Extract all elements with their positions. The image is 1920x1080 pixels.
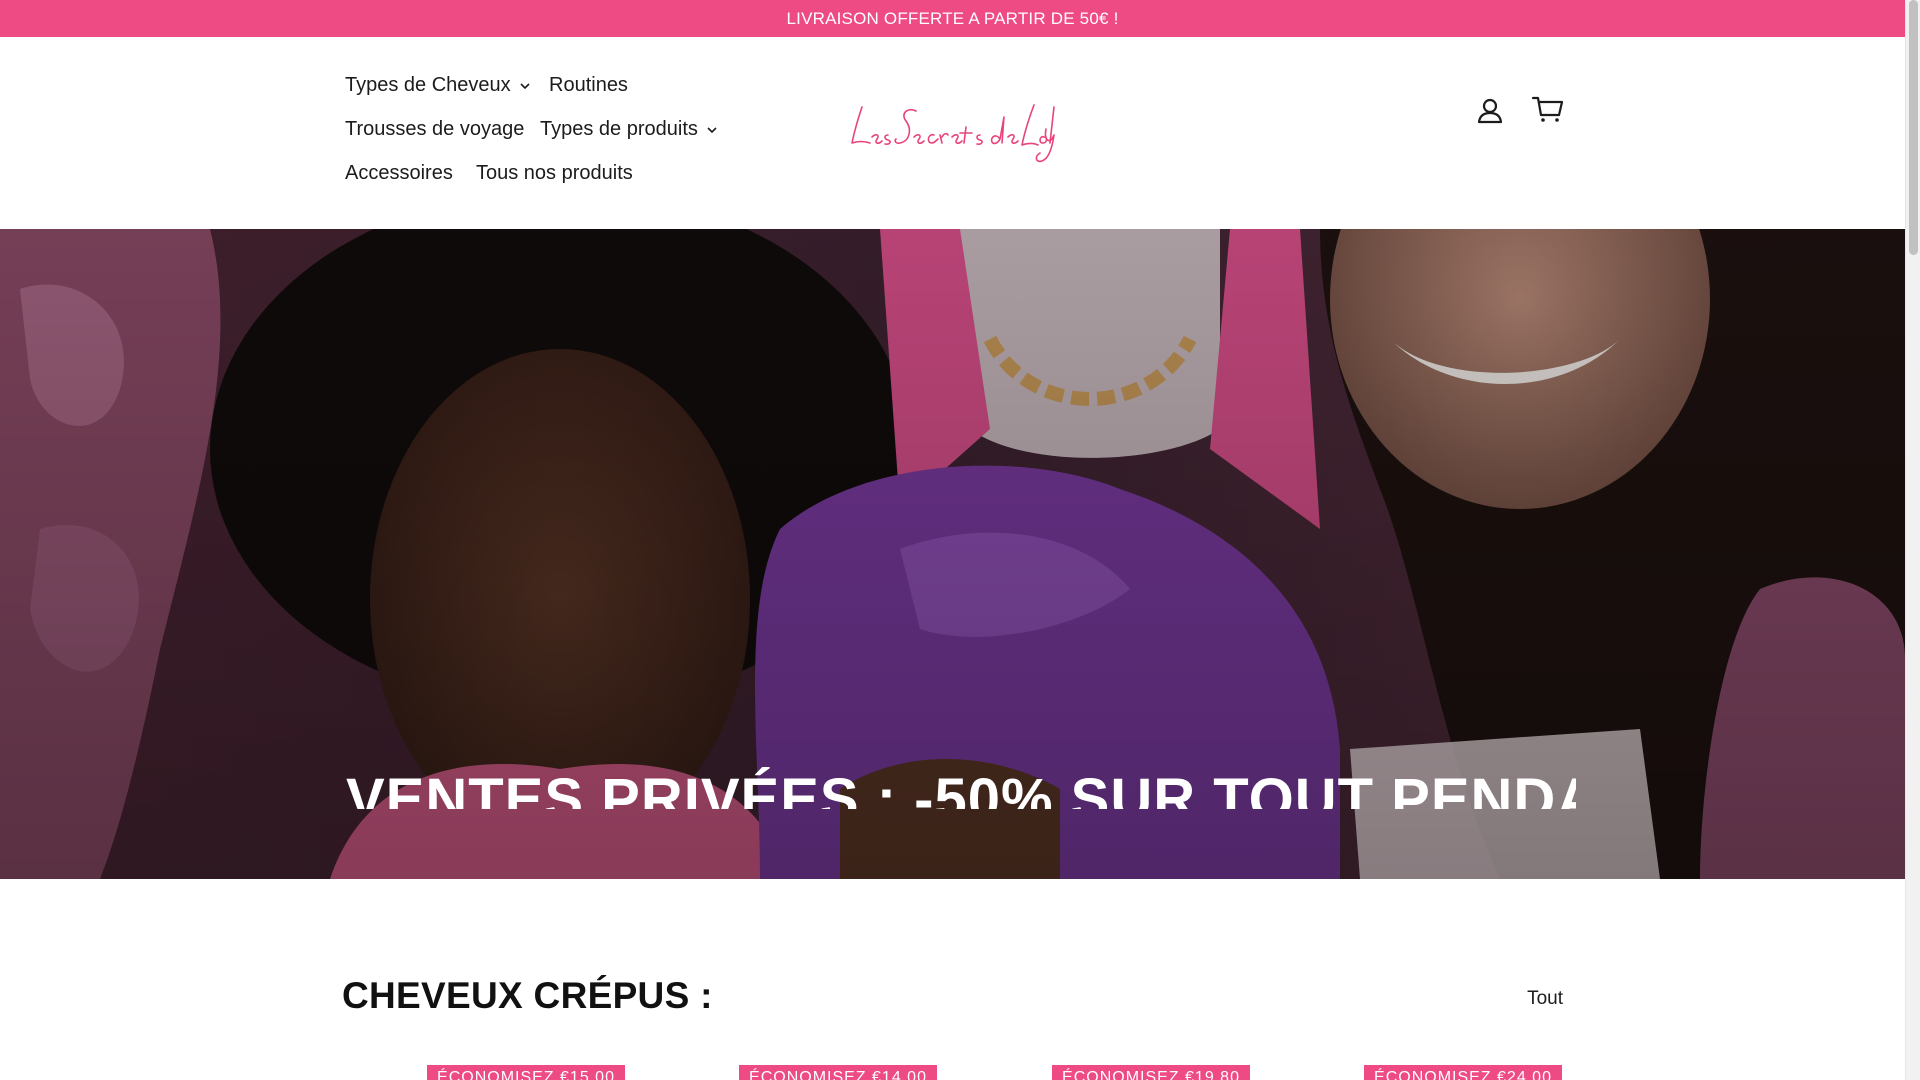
nav-item-types-de-produits[interactable]: Types de produits — [540, 118, 718, 141]
nav-item-types-de-cheveux[interactable]: Types de Cheveux — [345, 74, 531, 97]
nav-item-label: Routines — [549, 74, 628, 96]
nav-item-label: Trousses de voyage — [345, 118, 525, 140]
site-header: Types de Cheveux Routines Trousses de vo… — [0, 37, 1905, 229]
hero-title: VENTES PRIVÉES : -50% SUR TOUT PENDANT 2… — [346, 767, 1576, 810]
announcement-text: LIVRAISON OFFERTE A PARTIR DE 50€ ! — [786, 8, 1119, 28]
nav-item-routines[interactable]: Routines — [549, 74, 628, 97]
nav-item-label: Tous nos produits — [476, 162, 633, 184]
chevron-down-icon — [707, 126, 717, 133]
sale-badge: ÉCONOMISEZ €24,00 — [1364, 1065, 1562, 1080]
chevron-down-icon — [520, 82, 530, 89]
sale-badge: ÉCONOMISEZ €15,00 — [427, 1065, 625, 1080]
nav-item-tous-nos-produits[interactable]: Tous nos produits — [476, 162, 633, 185]
scrollbar-thumb[interactable] — [1909, 0, 1918, 255]
announcement-bar: LIVRAISON OFFERTE A PARTIR DE 50€ ! — [0, 0, 1905, 37]
user-icon[interactable] — [1472, 93, 1508, 129]
nav-item-trousses-de-voyage[interactable]: Trousses de voyage — [345, 118, 524, 141]
see-all-link[interactable]: Tout — [1527, 988, 1563, 1010]
sale-badge: ÉCONOMISEZ €19,80 — [1052, 1065, 1250, 1080]
sale-badge: ÉCONOMISEZ €14,00 — [739, 1065, 937, 1080]
page: LIVRAISON OFFERTE A PARTIR DE 50€ ! Type… — [0, 0, 1905, 1080]
hero-banner[interactable]: VENTES PRIVÉES : -50% SUR TOUT PENDANT 2… — [0, 229, 1905, 879]
nav-item-label: Accessoires — [345, 162, 453, 184]
site-logo[interactable] — [848, 99, 1058, 165]
collection-title: CHEVEUX CRÉPUS : — [342, 975, 713, 1016]
vertical-scrollbar[interactable] — [1905, 0, 1920, 1080]
nav-item-accessoires[interactable]: Accessoires — [345, 162, 453, 185]
nav-item-label: Types de Cheveux — [345, 74, 511, 96]
cart-icon[interactable] — [1530, 91, 1566, 127]
nav-item-label: Types de produits — [540, 118, 698, 140]
